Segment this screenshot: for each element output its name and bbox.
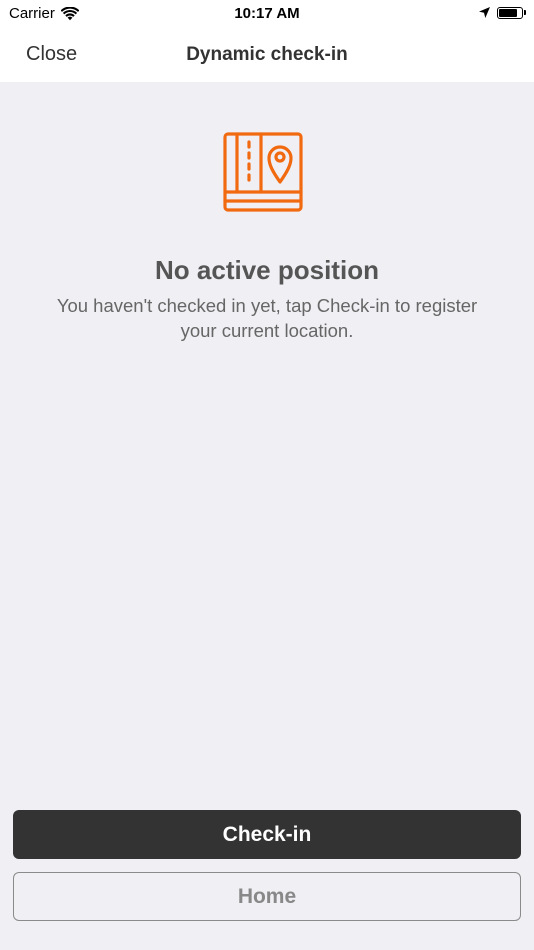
battery-fill [499,8,517,17]
map-pin-icon [223,132,303,212]
status-right-group [478,6,526,19]
home-button[interactable]: Home [13,872,521,921]
battery-cap [524,10,526,15]
navigation-bar: Close Dynamic check-in [0,28,534,82]
location-arrow-icon [479,7,490,18]
status-time: 10:17 AM [234,5,300,22]
page-title: Dynamic check-in [186,44,348,65]
close-button[interactable]: Close [26,43,77,66]
empty-state-title: No active position [155,255,379,285]
checkin-button[interactable]: Check-in [13,810,521,859]
status-bar: Carrier 10:17 AM [0,0,534,28]
battery-icon [497,6,523,19]
empty-state-message: You haven't checked in yet, tap Check-in… [56,295,478,341]
